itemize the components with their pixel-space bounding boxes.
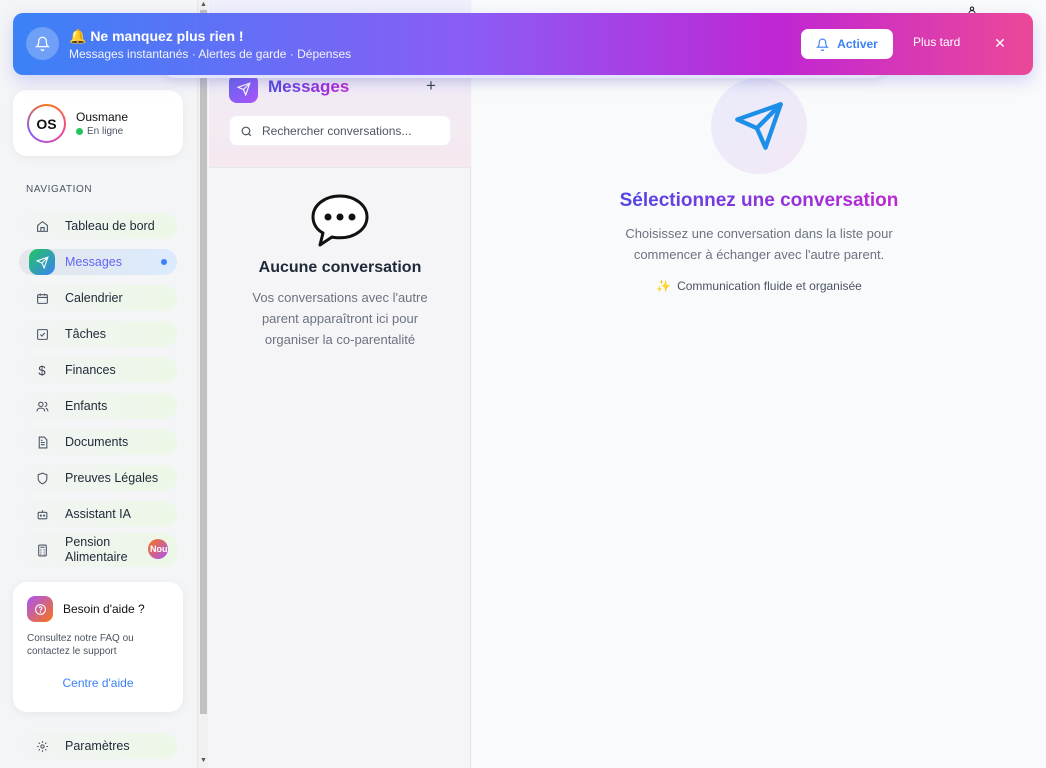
help-title: Besoin d'aide ? xyxy=(63,602,145,616)
dollar-icon: $ xyxy=(38,362,46,378)
calendar-icon xyxy=(29,285,55,311)
conversation-list-panel: Messages + Aucune conversation Vos conve… xyxy=(209,0,471,768)
search-input[interactable] xyxy=(262,116,447,145)
users-icon xyxy=(29,393,55,419)
profile-name: Ousmane xyxy=(76,110,129,124)
sidebar-item-settings[interactable]: Paramètres xyxy=(19,733,177,759)
help-circle-icon xyxy=(27,596,53,622)
sidebar-scrollbar[interactable]: ▲ ▼ xyxy=(197,0,208,768)
unread-dot-icon xyxy=(161,259,167,265)
activate-button[interactable]: Activer xyxy=(801,29,893,59)
calculator-icon xyxy=(29,537,55,563)
main-tagline-text: Communication fluide et organisée xyxy=(677,279,862,293)
sidebar-item-label: Preuves Légales xyxy=(65,471,159,485)
sidebar-item-children[interactable]: Enfants xyxy=(19,393,177,419)
banner-title: 🔔 Ne manquez plus rien ! xyxy=(69,28,244,44)
profile-status: En ligne xyxy=(76,126,123,137)
scroll-up-icon[interactable]: ▲ xyxy=(198,0,209,10)
notification-banner: 🔔 Ne manquez plus rien ! Messages instan… xyxy=(13,13,1033,75)
sidebar-item-dashboard[interactable]: Tableau de bord xyxy=(19,213,177,239)
send-icon xyxy=(229,74,258,103)
sidebar-item-messages[interactable]: Messages xyxy=(19,249,177,275)
sidebar-item-documents[interactable]: Documents xyxy=(19,429,177,455)
later-button[interactable]: Plus tard xyxy=(913,35,960,49)
sidebar: OS Ousmane En ligne NAVIGATION Tableau d… xyxy=(0,0,198,768)
sidebar-item-label: Pension Alimentaire xyxy=(65,535,128,564)
main-title-text: Sélectionnez une conversation xyxy=(619,190,899,211)
profile-card[interactable]: OS Ousmane En ligne xyxy=(13,90,183,156)
sidebar-item-label: Assistant IA xyxy=(65,507,131,521)
sidebar-item-label: Enfants xyxy=(65,399,108,413)
main-subtitle: Choisissez une conversation dans la list… xyxy=(625,226,893,262)
sidebar-item-label: Documents xyxy=(65,435,129,449)
search-icon xyxy=(241,126,252,137)
sidebar-item-label: Messages xyxy=(65,255,122,269)
sparkles-icon: ✨ xyxy=(656,279,672,293)
close-icon[interactable]: ✕ xyxy=(990,33,1010,53)
main-tagline: ✨ Communication fluide et organisée xyxy=(472,279,1046,293)
online-dot-icon xyxy=(76,128,83,135)
sidebar-item-legal-proofs[interactable]: Preuves Légales xyxy=(19,465,177,491)
conversation-search[interactable] xyxy=(229,115,451,146)
bot-icon xyxy=(29,501,55,527)
sidebar-item-label: Paramètres xyxy=(65,739,130,753)
help-center-link[interactable]: Centre d'aide xyxy=(13,676,183,690)
speech-bubble-icon xyxy=(311,194,369,247)
nav-heading: NAVIGATION xyxy=(26,184,93,195)
bell-icon xyxy=(26,27,59,60)
sidebar-item-tasks[interactable]: Tâches xyxy=(19,321,177,347)
checkbox-icon xyxy=(29,321,55,347)
sidebar-item-label: Finances xyxy=(65,363,116,377)
empty-state-title: Aucune conversation xyxy=(258,259,422,276)
home-icon xyxy=(29,213,55,239)
shield-icon xyxy=(29,465,55,491)
help-text: Consultez notre FAQ ou contactez le supp… xyxy=(27,633,134,657)
empty-state-text: Vos conversations avec l'autre parent ap… xyxy=(252,290,428,347)
activate-button-label: Activer xyxy=(837,37,878,51)
sidebar-item-label: Tableau de bord xyxy=(65,219,155,233)
banner-subtitle: Messages instantanés · Alertes de garde … xyxy=(69,47,352,61)
profile-status-label: En ligne xyxy=(87,126,124,137)
document-icon xyxy=(29,429,55,455)
sidebar-item-ai-assistant[interactable]: Assistant IA xyxy=(19,501,177,527)
avatar-initials: OS xyxy=(29,106,64,141)
sidebar-item-calendar[interactable]: Calendrier xyxy=(19,285,177,311)
sidebar-item-finances[interactable]: $ Finances xyxy=(19,357,177,383)
sidebar-item-alimony[interactable]: Pension Alimentaire Nouveau xyxy=(19,533,177,567)
scrollbar-thumb[interactable] xyxy=(200,10,207,714)
avatar: OS xyxy=(27,104,66,143)
new-badge: Nouveau xyxy=(148,539,168,559)
conversation-title: Messages xyxy=(268,77,350,96)
new-conversation-button[interactable]: + xyxy=(423,77,439,95)
bell-icon xyxy=(816,38,830,51)
sidebar-item-label: Tâches xyxy=(65,327,106,341)
scroll-down-icon[interactable]: ▼ xyxy=(198,756,209,766)
sidebar-item-label: Calendrier xyxy=(65,291,123,305)
send-icon xyxy=(711,78,807,174)
help-card: Besoin d'aide ? Consultez notre FAQ ou c… xyxy=(13,582,183,712)
main-content: Sélectionnez une conversation Choisissez… xyxy=(472,0,1046,768)
send-icon xyxy=(29,249,55,275)
main-title: Sélectionnez une conversation xyxy=(472,190,1046,212)
gear-icon xyxy=(29,733,55,759)
